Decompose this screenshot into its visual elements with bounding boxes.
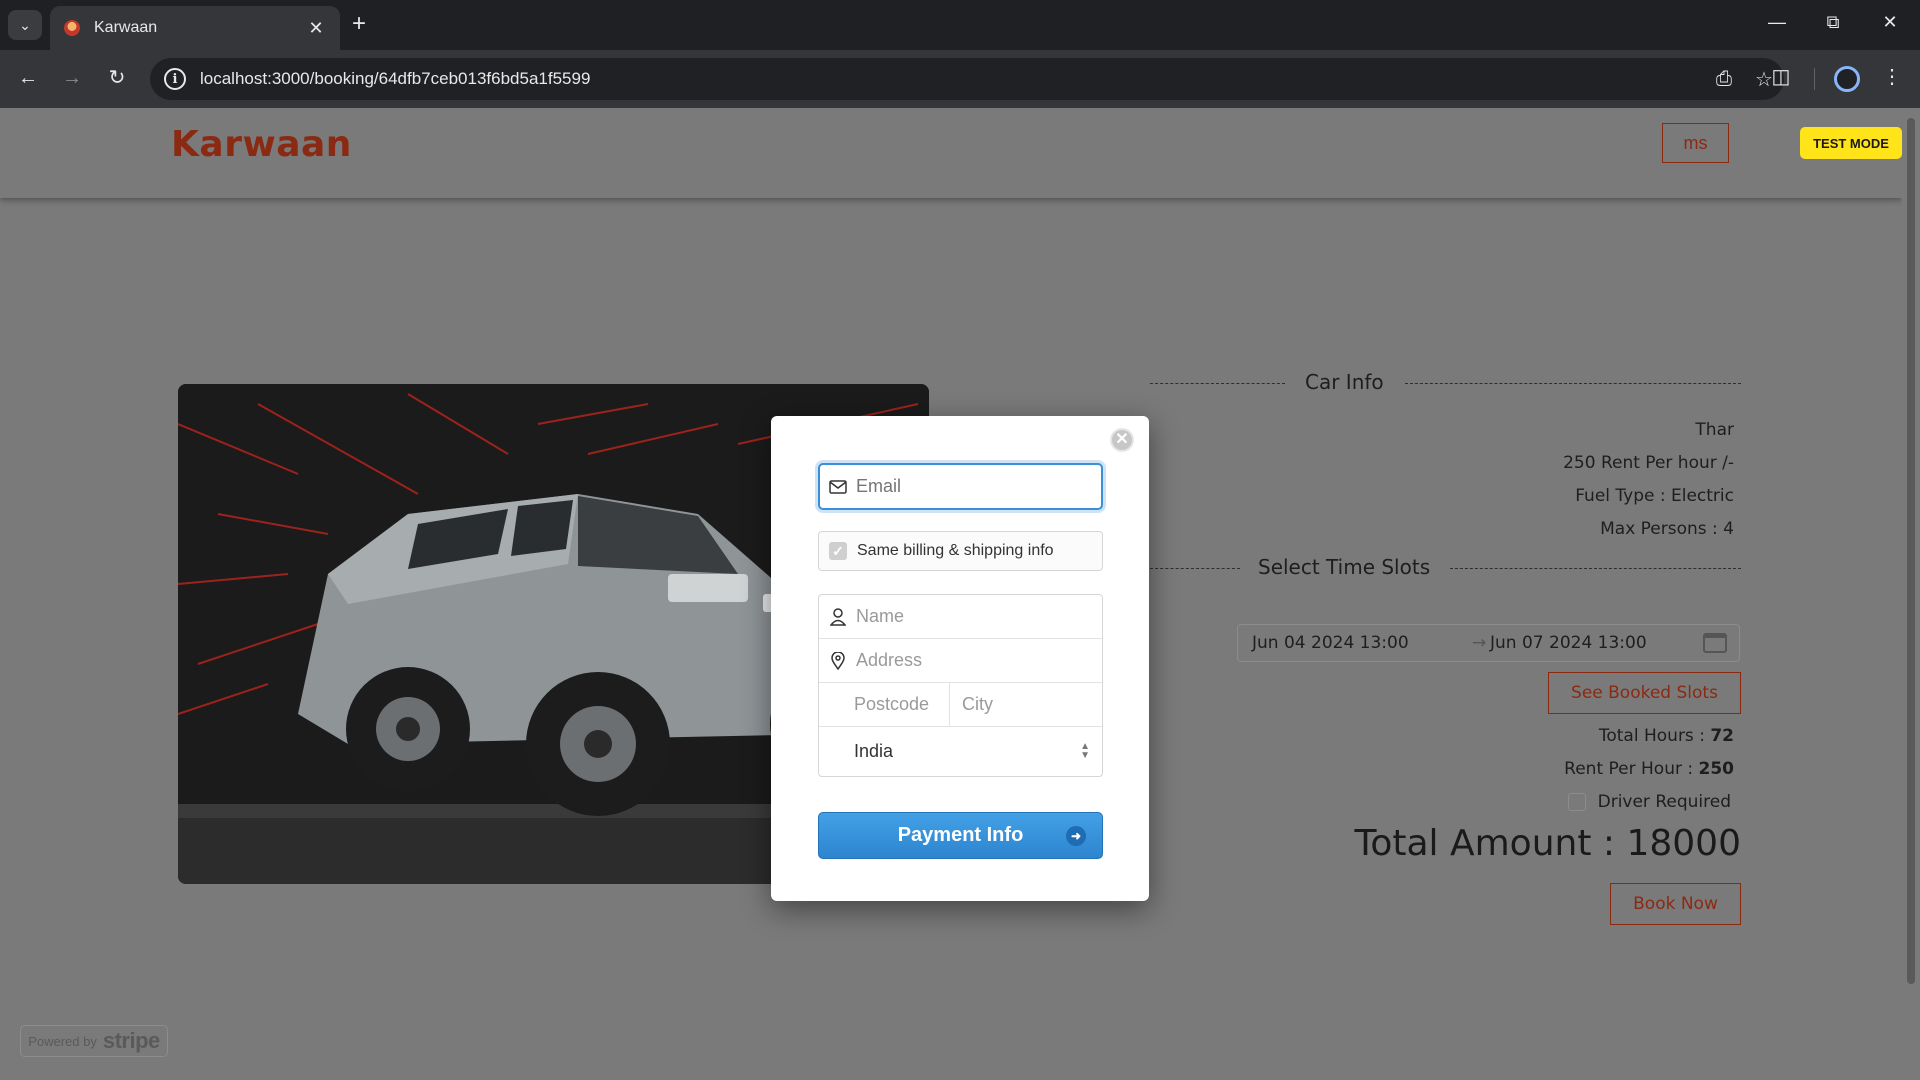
browser-tabbar: ⌄ Karwaan ✕ + — ⧉ ✕: [0, 0, 1920, 50]
see-booked-slots-button[interactable]: See Booked Slots: [1548, 672, 1741, 714]
location-pin-icon: [819, 651, 856, 670]
car-info-panel: Car Info Thar 250 Rent Per hour /- Fuel …: [1150, 368, 1741, 925]
menu-kebab-icon[interactable]: ⋮: [1876, 64, 1908, 89]
browser-toolbar: ← → ↻ i localhost:3000/booking/64dfb7ceb…: [0, 50, 1920, 108]
email-field[interactable]: [818, 463, 1103, 510]
powered-by-text: Powered by: [28, 1033, 97, 1049]
powered-by-stripe-badge[interactable]: Powered by stripe: [20, 1025, 168, 1057]
range-arrow-icon: →: [1472, 633, 1487, 653]
end-date[interactable]: Jun 07 2024 13:00: [1490, 633, 1700, 653]
same-info-checkbox[interactable]: ✓: [829, 542, 847, 560]
rent-per-hour-label: Rent Per Hour :: [1564, 759, 1699, 779]
rent-per-hour: Rent Per Hour : 250: [1150, 759, 1741, 779]
rent-per-hour-value: 250: [1698, 759, 1735, 779]
user-menu-button[interactable]: ms: [1662, 123, 1729, 163]
extensions-icon[interactable]: ◫: [1765, 64, 1797, 89]
postcode-input[interactable]: [854, 682, 950, 727]
chevron-down-icon: ⌄: [19, 16, 31, 33]
divider-line: [1150, 383, 1285, 384]
stripe-checkout-modal: ✕ ✓ Same billing & shipping info: [771, 416, 1194, 901]
payment-info-label: Payment Info: [897, 824, 1024, 846]
driver-required-row: Driver Required: [1150, 792, 1741, 812]
favicon-icon: [64, 20, 80, 36]
driver-required-label: Driver Required: [1597, 792, 1731, 812]
city-input[interactable]: [950, 694, 1194, 715]
url-text[interactable]: localhost:3000/booking/64dfb7ceb013f6bd5…: [200, 69, 1704, 89]
tab-title: Karwaan: [94, 19, 158, 36]
payment-info-button[interactable]: Payment Info ➜: [818, 812, 1103, 859]
time-slots-heading: Select Time Slots: [1150, 553, 1741, 583]
modal-close-icon[interactable]: ✕: [1110, 428, 1134, 452]
address-row: [819, 639, 1102, 683]
browser-tab[interactable]: Karwaan ✕: [50, 6, 340, 50]
total-hours-value: 72: [1710, 726, 1734, 746]
scrollbar-thumb[interactable]: [1907, 118, 1915, 984]
page-scrollbar[interactable]: [1902, 108, 1920, 1080]
date-range-picker[interactable]: Jun 04 2024 13:00 → Jun 07 2024 13:00: [1237, 624, 1740, 662]
total-amount: Total Amount : 18000: [1354, 823, 1741, 864]
toolbar-divider: [1814, 68, 1815, 90]
time-slots-title: Select Time Slots: [1258, 555, 1431, 579]
close-window-icon[interactable]: ✕: [1875, 12, 1905, 33]
close-tab-icon[interactable]: ✕: [306, 18, 326, 39]
forward-icon[interactable]: →: [58, 66, 86, 90]
car-name: Thar: [1695, 420, 1734, 440]
total-hours: Total Hours : 72: [1150, 726, 1741, 746]
site-header: Karwaan ms: [0, 108, 1902, 198]
page-viewport: Karwaan ms TEST MODE Car Info Thar 250 R…: [0, 108, 1902, 1080]
profile-avatar-icon[interactable]: [1834, 66, 1860, 92]
start-date[interactable]: Jun 04 2024 13:00: [1252, 633, 1472, 653]
select-arrows-icon: ▲ ▼: [1080, 741, 1090, 761]
address-input[interactable]: [856, 650, 1102, 671]
car-rent-line: 250 Rent Per hour /-: [1563, 453, 1734, 473]
arrow-right-icon: ➜: [1066, 826, 1086, 846]
tab-search-button[interactable]: ⌄: [8, 10, 42, 40]
address-bar[interactable]: i localhost:3000/booking/64dfb7ceb013f6b…: [150, 58, 1784, 100]
address-fieldset: India ▲▼: [818, 594, 1194, 777]
user-icon: [819, 607, 856, 626]
install-app-icon[interactable]: ⎙: [1704, 68, 1744, 91]
divider-line: [1450, 568, 1741, 569]
stripe-logo: stripe: [102, 1028, 160, 1053]
divider-line: [1150, 568, 1240, 569]
car-fuel-line: Fuel Type : Electric: [1575, 486, 1734, 506]
site-info-icon[interactable]: i: [164, 68, 186, 90]
country-select[interactable]: India: [854, 741, 1080, 762]
name-row: [819, 595, 1102, 639]
postcode-city-row: [819, 682, 1194, 727]
car-persons-line: Max Persons : 4: [1600, 519, 1734, 539]
calendar-icon[interactable]: [1703, 633, 1727, 653]
test-mode-badge: TEST MODE: [1800, 127, 1902, 159]
driver-required-checkbox[interactable]: [1567, 793, 1586, 811]
back-icon[interactable]: ←: [14, 66, 42, 90]
restore-icon[interactable]: ⧉: [1818, 12, 1848, 33]
brand-logo[interactable]: Karwaan: [171, 124, 352, 165]
mail-icon: [820, 479, 856, 494]
minimize-icon[interactable]: —: [1762, 12, 1792, 33]
country-row[interactable]: India ▲ ▼: [819, 727, 1102, 775]
total-hours-label: Total Hours :: [1598, 726, 1711, 746]
car-info-title: Car Info: [1305, 370, 1384, 394]
reload-icon[interactable]: ↻: [103, 66, 131, 90]
email-input[interactable]: [856, 476, 1101, 497]
divider-line: [1405, 383, 1741, 384]
same-info-checkbox-row[interactable]: ✓ Same billing & shipping info: [818, 531, 1103, 571]
name-input[interactable]: [856, 606, 1102, 627]
car-info-heading: Car Info: [1150, 368, 1741, 398]
same-info-label: Same billing & shipping info: [857, 542, 1054, 559]
book-now-button[interactable]: Book Now: [1610, 883, 1741, 925]
new-tab-button[interactable]: +: [352, 12, 366, 36]
